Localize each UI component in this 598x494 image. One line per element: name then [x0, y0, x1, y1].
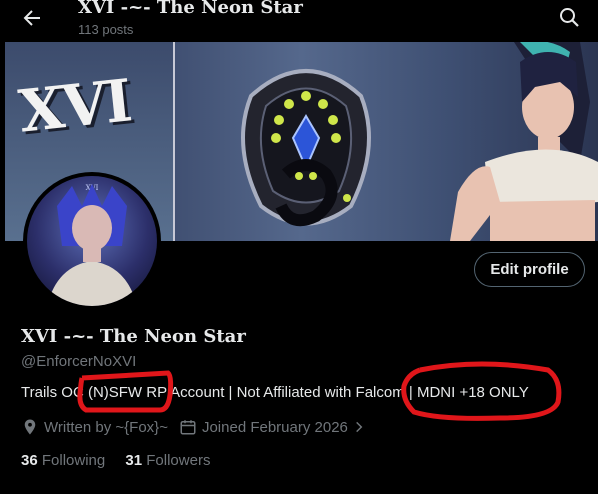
- avatar-art: XVI: [47, 184, 137, 306]
- search-icon[interactable]: [557, 5, 581, 29]
- joined-item[interactable]: Joined February 2026: [179, 418, 366, 436]
- avatar-image: XVI: [27, 176, 157, 306]
- back-arrow-icon[interactable]: [20, 6, 44, 30]
- banner-character-art: [450, 42, 598, 241]
- edit-profile-button[interactable]: Edit profile: [474, 252, 585, 287]
- following-link[interactable]: 36 Following: [21, 452, 105, 469]
- display-name: XVI -~- The Neon Star: [21, 326, 246, 347]
- calendar-icon: [180, 420, 196, 435]
- location-text: Written by ~{Fox}~: [44, 418, 168, 436]
- followers-label: Followers: [146, 452, 211, 469]
- header-title: XVI -~- The Neon Star: [78, 0, 303, 18]
- post-count: 113 posts: [78, 22, 134, 37]
- bio: Trails OC (N)SFW RP Account | Not Affili…: [21, 384, 529, 401]
- location-item: Written by ~{Fox}~: [21, 418, 168, 436]
- top-bar: XVI -~- The Neon Star 113 posts: [0, 0, 598, 42]
- banner-card-text: XVI: [15, 66, 134, 146]
- following-label: Following: [41, 452, 106, 469]
- joined-text: Joined February 2026: [201, 418, 348, 436]
- handle: @EnforcerNoXVI: [21, 353, 137, 370]
- following-count: 36: [21, 452, 38, 469]
- location-icon: [24, 419, 36, 435]
- profile-meta: Written by ~{Fox}~ Joined February 2026: [21, 418, 377, 436]
- chevron-right-icon: [356, 421, 363, 433]
- follow-stats: 36 Following 31 Followers: [21, 452, 226, 469]
- avatar[interactable]: XVI: [23, 172, 161, 310]
- emblem-art: [241, 69, 371, 227]
- followers-count: 31: [125, 452, 143, 469]
- followers-link[interactable]: 31 Followers: [125, 452, 210, 469]
